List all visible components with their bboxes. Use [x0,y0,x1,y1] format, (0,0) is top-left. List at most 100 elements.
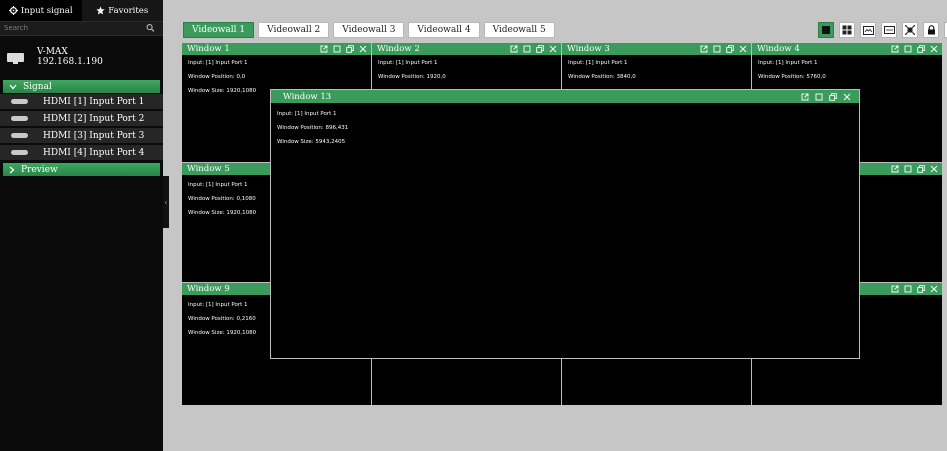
monitor-icon [7,53,24,64]
window-title: Window 5 [187,164,230,174]
export-icon [510,45,518,53]
position-value: 0,2160 [236,316,256,322]
input-value: [1] Input Port 1 [775,60,818,66]
window-title: Window 3 [567,44,610,54]
window-input-line: Input: [1] Input Port 1 [188,302,248,308]
preview-section-header[interactable]: Preview [3,163,160,176]
tab-favorites[interactable]: Favorites [82,0,164,21]
close-button[interactable] [549,45,557,53]
scene-button[interactable] [860,22,876,38]
maximize-button[interactable] [815,93,823,101]
restore-icon [917,285,925,293]
export-icon [891,285,899,293]
export-icon [801,93,809,100]
signal-item-hdmi-4[interactable]: HDMI [4] Input Port 4 [0,145,163,161]
maximize-button[interactable] [713,45,721,53]
lock-button[interactable] [923,22,939,38]
tab-videowall-1[interactable]: Videowall 1 [183,22,255,38]
window-title: Window 9 [187,284,230,294]
close-icon [843,93,851,100]
window-controls [510,43,557,55]
export-icon [891,45,899,53]
search-box[interactable]: Search [0,22,163,36]
window-input-line: Input: [1] Input Port 1 [568,60,628,66]
input-label: Input: [188,182,206,188]
restore-button[interactable] [917,285,925,293]
restore-icon [726,45,734,53]
maximize-button[interactable] [904,165,912,173]
export-icon [891,165,899,173]
signal-section-header[interactable]: Signal [3,80,160,93]
window-13[interactable]: Window 13 Input: [1] Input Port 1 Window… [270,89,860,359]
position-value: 0,0 [236,74,246,80]
window-position-line: Window Position: 3840,0 [568,74,636,80]
restore-icon [346,45,354,53]
tab-input-signal[interactable]: Input signal [0,0,82,21]
window-titlebar[interactable]: Window 3 [562,43,751,55]
signal-item-hdmi-1[interactable]: HDMI [1] Input Port 1 [0,94,163,110]
export-button[interactable] [510,45,518,53]
position-value: 1920,0 [426,74,446,80]
collapse-arrow-icon: ‹ [164,197,168,207]
device-entry[interactable]: V-MAX 192.168.1.190 [0,43,163,73]
close-button[interactable] [739,45,747,53]
close-icon [739,45,747,53]
restore-button[interactable] [536,45,544,53]
export-button[interactable] [891,45,899,53]
single-screen-button[interactable] [818,22,834,38]
maximize-button[interactable] [523,45,531,53]
export-icon [320,45,328,53]
export-button[interactable] [801,93,809,101]
maximize-button[interactable] [904,45,912,53]
fit-screen-button[interactable] [902,22,918,38]
signal-item-hdmi-2[interactable]: HDMI [2] Input Port 2 [0,111,163,127]
size-label: Window Size: [188,88,227,94]
maximize-button[interactable] [333,45,341,53]
search-icon[interactable] [146,23,155,33]
tab-videowall-3[interactable]: Videowall 3 [333,22,405,38]
restore-button[interactable] [726,45,734,53]
export-icon [700,45,708,53]
window-input-line: Input: [1] Input Port 1 [758,60,818,66]
export-button[interactable] [891,285,899,293]
maximize-button[interactable] [904,285,912,293]
close-button[interactable] [930,45,938,53]
maximize-icon [904,165,912,173]
maximize-icon [815,93,823,100]
position-label: Window Position: [758,74,807,80]
window-input-line: Input: [1] Input Port 1 [188,182,248,188]
videowall-tabs: Videowall 1 Videowall 2 Videowall 3 Vide… [183,22,555,38]
close-button[interactable] [843,93,851,101]
tab-videowall-2[interactable]: Videowall 2 [258,22,330,38]
close-button[interactable] [930,165,938,173]
export-button[interactable] [320,45,328,53]
display-button[interactable] [881,22,897,38]
close-button[interactable] [359,45,367,53]
chevron-down-icon [9,84,17,89]
position-value: 896,431 [325,125,349,131]
export-button[interactable] [891,165,899,173]
tab-videowall-5[interactable]: Videowall 5 [483,22,555,38]
window-titlebar[interactable]: Window 1 [182,43,371,55]
signal-item-hdmi-3[interactable]: HDMI [3] Input Port 3 [0,128,163,144]
close-button[interactable] [930,285,938,293]
restore-button[interactable] [917,45,925,53]
restore-button[interactable] [917,165,925,173]
window-size-line: Window Size: 1920,1080 [188,88,256,94]
window-position-line: Window Position: 0,2160 [188,316,256,322]
restore-icon [536,45,544,53]
position-label: Window Position: [188,74,237,80]
window-titlebar[interactable]: Window 2 [372,43,561,55]
sidebar-collapse-handle[interactable]: ‹ [163,176,169,228]
toolbar [818,22,947,38]
restore-button[interactable] [346,45,354,53]
window-size-line: Window Size: 1920,1080 [188,210,256,216]
signal-item-label: HDMI [1] Input Port 1 [43,96,145,107]
window-titlebar[interactable]: Window 4 [752,43,942,55]
export-button[interactable] [700,45,708,53]
tab-videowall-4[interactable]: Videowall 4 [408,22,480,38]
window-controls [700,43,747,55]
window-titlebar[interactable]: Window 13 [271,90,859,103]
restore-button[interactable] [829,92,837,101]
grid-layout-button[interactable] [839,22,855,38]
